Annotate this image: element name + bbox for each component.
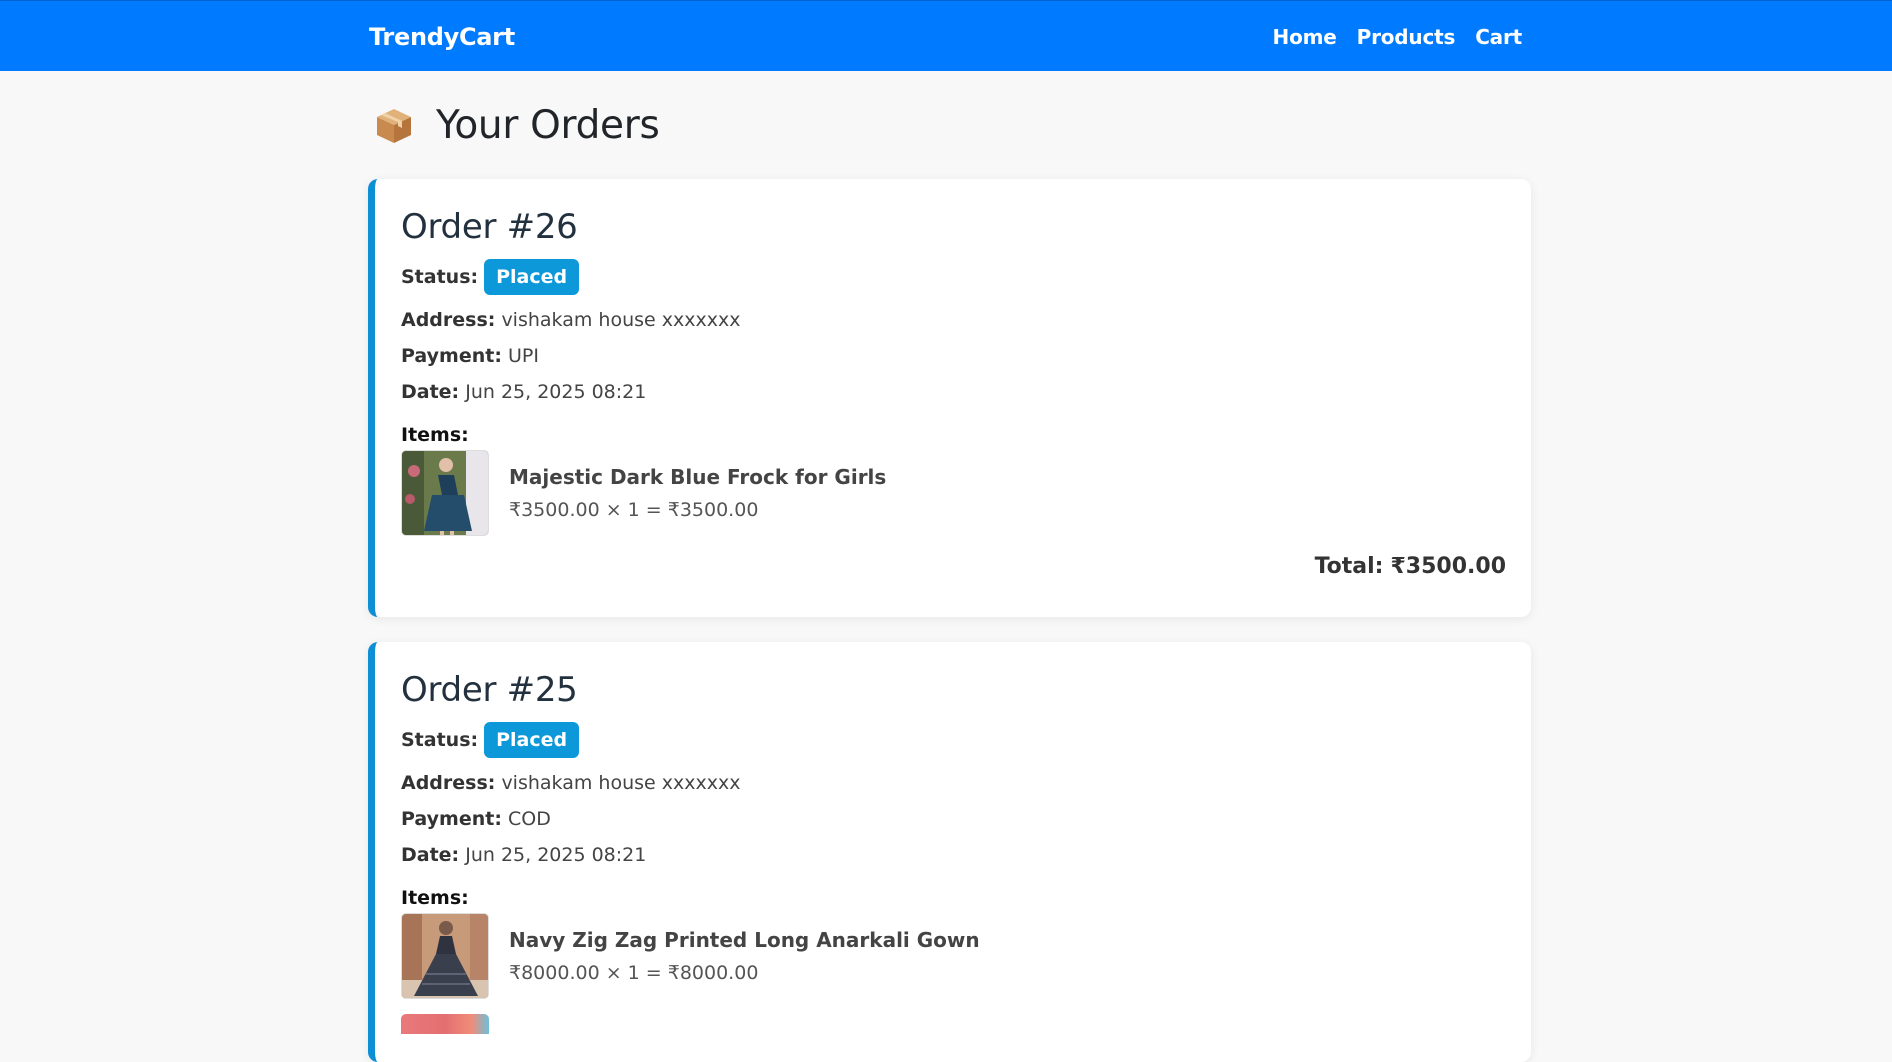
order-address-row: Address: vishakam house xxxxxxx: [401, 772, 740, 794]
page-title: Your Orders: [436, 103, 660, 148]
nav-link-products[interactable]: Products: [1357, 25, 1456, 49]
item-details: Navy Zig Zag Printed Long Anarkali Gown …: [509, 928, 980, 984]
item-price-line: ₹3500.00 × 1 = ₹3500.00: [509, 499, 759, 521]
item-details: Majestic Dark Blue Frock for Girls ₹3500…: [509, 465, 886, 521]
order-card: Order #25 Status: Placed Address: vishak…: [368, 642, 1531, 1062]
address-label: Address:: [401, 772, 496, 794]
order-status-row: Status: Placed: [401, 722, 580, 758]
status-label: Status:: [401, 729, 479, 751]
order-card: Order #26 Status: Placed Address: vishak…: [368, 179, 1531, 617]
date-value: Jun 25, 2025 08:21: [465, 844, 647, 866]
order-item: Majestic Dark Blue Frock for Girls ₹3500…: [401, 450, 886, 536]
payment-value: UPI: [507, 345, 539, 367]
status-label: Status:: [401, 266, 479, 288]
address-value: vishakam house xxxxxxx: [501, 772, 741, 794]
page-header: Your Orders: [374, 103, 660, 148]
date-label: Date:: [401, 844, 460, 866]
nav-links: Home Products Cart: [1273, 25, 1523, 49]
items-label: Items:: [401, 887, 469, 909]
item-name[interactable]: Majestic Dark Blue Frock for Girls: [509, 465, 886, 489]
total-label: Total:: [1314, 554, 1384, 579]
order-date-row: Date: Jun 25, 2025 08:21: [401, 844, 646, 866]
navbar: TrendyCart Home Products Cart: [0, 0, 1892, 71]
date-label: Date:: [401, 381, 460, 403]
product-thumbnail[interactable]: [401, 913, 489, 999]
brand-logo[interactable]: TrendyCart: [369, 23, 515, 51]
address-label: Address:: [401, 309, 496, 331]
item-price-line: ₹8000.00 × 1 = ₹8000.00: [509, 962, 759, 984]
date-value: Jun 25, 2025 08:21: [465, 381, 647, 403]
product-image: [402, 451, 488, 535]
order-payment-row: Payment: UPI: [401, 345, 539, 367]
order-date-row: Date: Jun 25, 2025 08:21: [401, 381, 646, 403]
product-thumbnail[interactable]: [401, 450, 489, 536]
payment-value: COD: [507, 808, 551, 830]
order-address-row: Address: vishakam house xxxxxxx: [401, 309, 740, 331]
payment-label: Payment:: [401, 808, 502, 830]
payment-label: Payment:: [401, 345, 502, 367]
nav-link-home[interactable]: Home: [1273, 25, 1337, 49]
total-value: ₹3500.00: [1390, 554, 1506, 579]
items-label: Items:: [401, 424, 469, 446]
order-title: Order #26: [401, 207, 578, 247]
package-icon: [377, 108, 411, 143]
status-badge: Placed: [484, 722, 580, 758]
nav-link-cart[interactable]: Cart: [1475, 25, 1522, 49]
status-badge: Placed: [484, 259, 580, 295]
product-image: [402, 914, 488, 998]
order-payment-row: Payment: COD: [401, 808, 551, 830]
order-title: Order #25: [401, 670, 578, 710]
product-thumbnail[interactable]: [401, 1014, 489, 1034]
order-total: Total: ₹3500.00: [1315, 554, 1506, 579]
order-status-row: Status: Placed: [401, 259, 580, 295]
order-item: Navy Zig Zag Printed Long Anarkali Gown …: [401, 913, 980, 999]
item-name[interactable]: Navy Zig Zag Printed Long Anarkali Gown: [509, 928, 980, 952]
address-value: vishakam house xxxxxxx: [501, 309, 741, 331]
